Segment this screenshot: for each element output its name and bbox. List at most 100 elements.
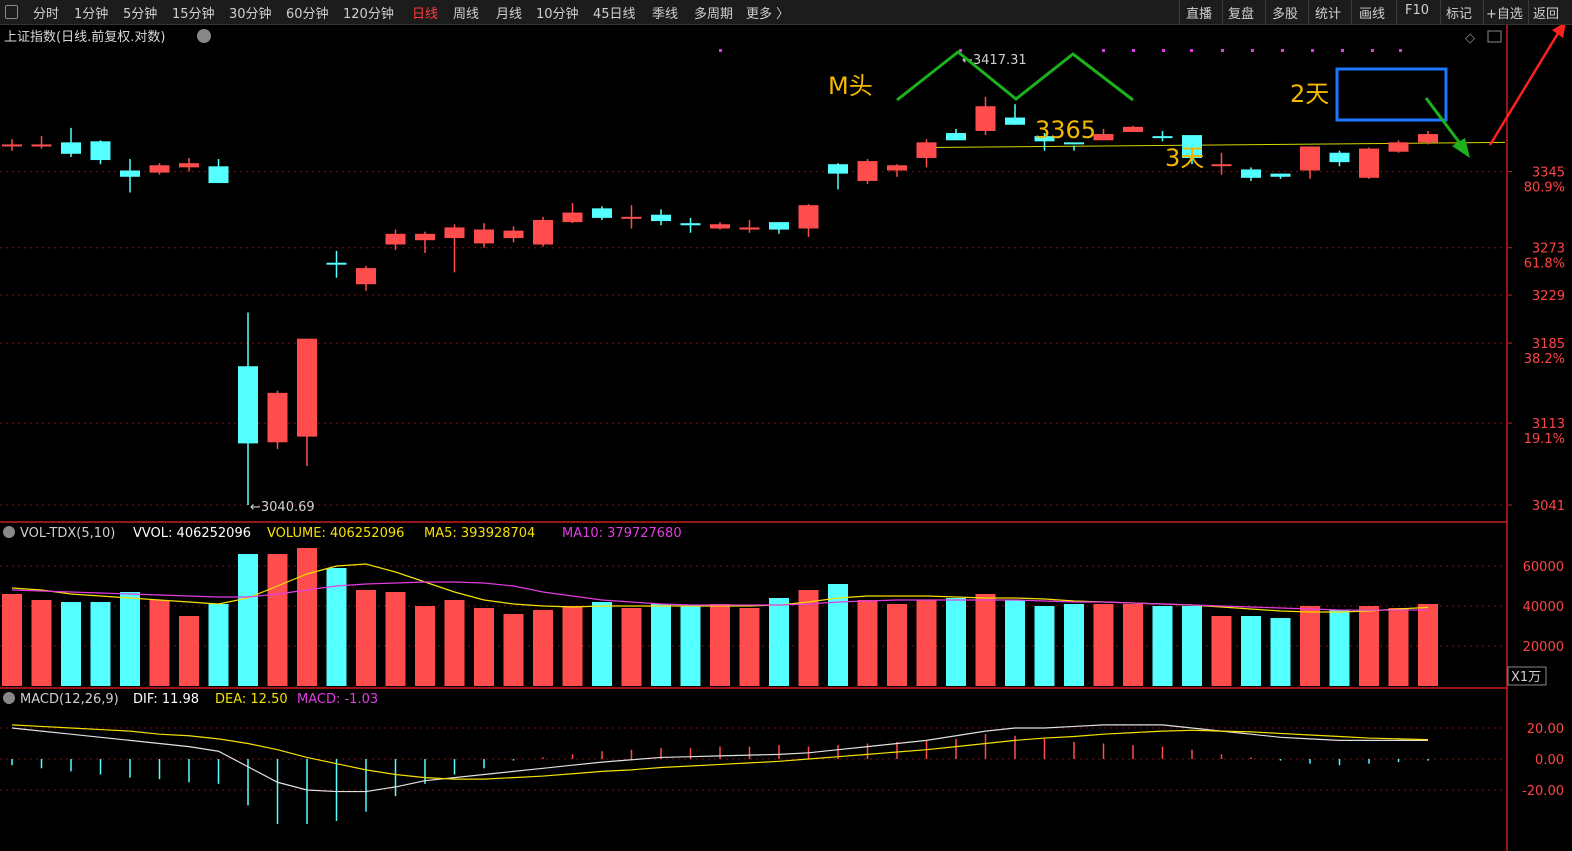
candle-body	[651, 214, 671, 222]
highlight-box	[1335, 67, 1448, 122]
macd-tick-label: 0.00	[1535, 753, 1564, 768]
candle-body	[267, 392, 288, 443]
vol-tick-label: 60000	[1523, 560, 1564, 575]
vol-tick-label: 40000	[1523, 600, 1564, 615]
toolbar-separator	[1528, 0, 1529, 24]
tool-button-8[interactable]: 返回	[1533, 3, 1559, 22]
candle-body	[710, 224, 730, 229]
toolbar-separator	[1265, 0, 1266, 24]
candle-body	[562, 212, 583, 223]
tool-button-3[interactable]: 统计	[1315, 3, 1341, 22]
price-tick-label: 3229	[1532, 289, 1565, 304]
volume-bar	[208, 604, 229, 686]
candle-body	[1152, 136, 1173, 139]
kline-chart[interactable]: 334580.9% 327361.8% 3229 318538.2% 311319.1%…	[0, 25, 1572, 851]
period-tab-8[interactable]: 周线	[453, 3, 479, 22]
volume-bar	[975, 594, 996, 686]
period-tab-3[interactable]: 15分钟	[172, 3, 215, 22]
toolbar-separator	[1222, 0, 1223, 24]
volume-bar	[90, 602, 111, 686]
volume-bar	[651, 604, 671, 686]
period-tab-0[interactable]: 分时	[33, 3, 59, 22]
tool-button-0[interactable]: 直播	[1186, 3, 1212, 22]
period-tab-6[interactable]: 120分钟	[343, 3, 394, 22]
volume-bar	[385, 592, 406, 686]
macd-header-3: MACD: -1.03	[297, 692, 378, 707]
candle-body	[1300, 146, 1320, 171]
tool-button-4[interactable]: 画线	[1359, 3, 1385, 22]
marker-dot	[1190, 49, 1193, 52]
volume-bar	[415, 606, 435, 686]
period-tab-9[interactable]: 月线	[496, 3, 522, 22]
price-tick-label: 3113	[1532, 417, 1565, 432]
candle-body	[828, 164, 848, 174]
macd-header-0: MACD(12,26,9)	[20, 692, 119, 707]
candle-body	[1093, 134, 1114, 141]
candle-body	[769, 222, 789, 230]
macd-header-2: DEA: 12.50	[215, 692, 288, 707]
marker-dot	[1281, 49, 1284, 52]
tool-button-7[interactable]: +自选	[1486, 3, 1523, 22]
vol-header-2: VOLUME: 406252096	[267, 526, 404, 541]
candle-body	[149, 165, 170, 173]
period-tab-5[interactable]: 60分钟	[286, 3, 329, 22]
candle-body	[592, 208, 612, 218]
marker-dot	[1251, 49, 1254, 52]
annotation-3days: 3天	[1165, 144, 1204, 172]
candle-body	[975, 106, 996, 131]
vol-unit-label: X1万	[1511, 670, 1541, 685]
tool-button-5[interactable]: F10	[1405, 3, 1429, 18]
period-tab-4[interactable]: 30分钟	[229, 3, 272, 22]
price-tick-label: 3185	[1532, 337, 1565, 352]
volume-bar	[1123, 604, 1143, 686]
volume-bar	[2, 594, 22, 686]
volume-bar	[533, 610, 553, 686]
volume-bar	[1300, 606, 1320, 686]
period-tab-12[interactable]: 季线	[652, 3, 678, 22]
tool-button-2[interactable]: 多股	[1272, 3, 1298, 22]
window-menu-icon[interactable]	[5, 5, 18, 19]
candle-body	[1123, 126, 1143, 132]
low-price-label: ←3040.69	[250, 500, 315, 515]
volume-bar	[31, 600, 52, 686]
vol-header-0: VOL-TDX(5,10)	[20, 526, 115, 541]
period-tab-2[interactable]: 5分钟	[123, 3, 157, 22]
volume-bar	[710, 604, 730, 686]
volume-bar	[1359, 606, 1379, 686]
tool-button-1[interactable]: 复盘	[1228, 3, 1254, 22]
volume-bar	[857, 600, 878, 686]
macd-tick-label: -20.00	[1522, 784, 1564, 799]
volume-bar	[356, 590, 376, 686]
volume-bar	[946, 598, 966, 686]
candle-body	[1359, 148, 1379, 178]
period-tab-14[interactable]: 更多 〉	[746, 3, 789, 22]
price-tick-label: 3345	[1532, 166, 1565, 181]
fib-pct-label: 61.8%	[1524, 257, 1565, 272]
volume-bar	[562, 606, 583, 686]
up-arrow-shaft	[1488, 29, 1562, 146]
marker-dot	[1132, 49, 1135, 52]
marker-dot	[1162, 49, 1165, 52]
period-tab-10[interactable]: 10分钟	[536, 3, 579, 22]
macd-menu-icon	[3, 692, 15, 704]
candle-body	[887, 165, 907, 171]
volume-bar	[1152, 606, 1173, 686]
candle-body	[208, 166, 229, 184]
volume-bar	[1241, 616, 1261, 686]
volume-bar	[61, 602, 81, 686]
candle-body	[90, 141, 111, 161]
period-toolbar: 分时 1分钟 5分钟 15分钟 30分钟 60分钟 120分钟 日线 周线 月线 10分钟 45日线季…	[0, 0, 1572, 25]
candle-body	[1270, 173, 1291, 177]
volume-bar	[297, 548, 317, 686]
annotation-3365: 3365	[1035, 116, 1096, 144]
tool-button-6[interactable]: 标记	[1446, 3, 1472, 22]
candle-body	[2, 144, 22, 147]
vol-header-1: VVOL: 406252096	[133, 526, 251, 541]
marker-dot	[1221, 49, 1224, 52]
candle-body	[1005, 117, 1025, 125]
period-tab-13[interactable]: 多周期	[694, 3, 733, 22]
period-tab-1[interactable]: 1分钟	[74, 3, 108, 22]
period-tab-7[interactable]: 日线	[412, 3, 438, 22]
period-tab-11[interactable]: 45日线	[593, 3, 636, 22]
candle-body	[946, 133, 966, 141]
